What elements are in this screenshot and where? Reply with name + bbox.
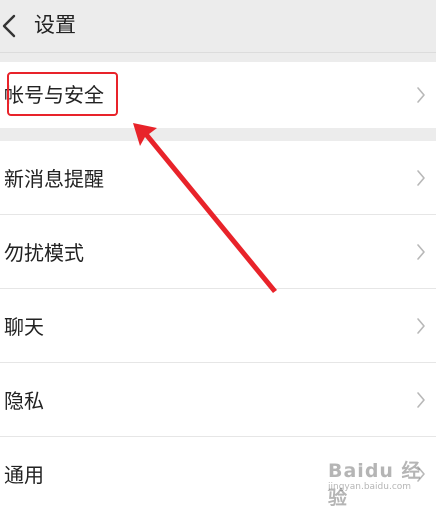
- chevron-right-icon: [417, 170, 425, 186]
- settings-item-label: 隐私: [4, 389, 44, 413]
- settings-item-label: 通用: [4, 463, 44, 487]
- settings-screen: 设置 帐号与安全 新消息提醒 勿扰模式 聊天 隐私 通用 Baidu 经验 ji…: [0, 0, 436, 507]
- chevron-right-icon: [417, 318, 425, 334]
- chevron-right-icon: [417, 392, 425, 408]
- chevron-right-icon: [417, 87, 425, 103]
- settings-item-label: 新消息提醒: [4, 167, 104, 191]
- watermark-subtext: jingyan.baidu.com: [328, 482, 412, 492]
- chevron-left-icon: [2, 14, 16, 38]
- annotation-highlight-box: [7, 72, 118, 116]
- settings-item-new-message-alert[interactable]: 新消息提醒: [0, 141, 436, 215]
- settings-item-label: 勿扰模式: [4, 241, 84, 265]
- settings-item-label: 聊天: [4, 315, 44, 339]
- top-bar: 设置: [0, 0, 436, 53]
- back-button[interactable]: [0, 6, 28, 46]
- baidu-jingyan-watermark: Baidu 经验 jingyan.baidu.com: [322, 452, 430, 507]
- settings-item-chat[interactable]: 聊天: [0, 289, 436, 363]
- chevron-right-icon: [417, 244, 425, 260]
- settings-item-do-not-disturb[interactable]: 勿扰模式: [0, 215, 436, 289]
- page-title: 设置: [34, 13, 76, 37]
- settings-item-privacy[interactable]: 隐私: [0, 363, 436, 437]
